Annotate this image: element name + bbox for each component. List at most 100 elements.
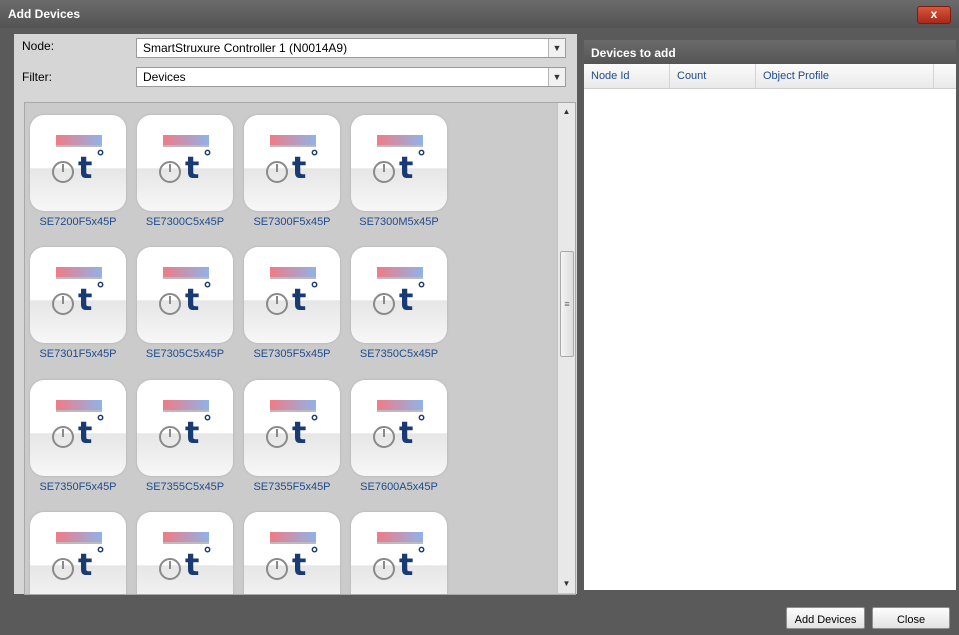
device-tile[interactable]: t ° bbox=[30, 247, 126, 343]
thermostat-icon: t bbox=[185, 548, 200, 583]
filter-select-value: Devices bbox=[143, 70, 186, 84]
degree-icon: ° bbox=[96, 147, 105, 168]
power-dial-icon bbox=[159, 558, 181, 580]
thermostat-icon: t bbox=[78, 548, 93, 583]
device-tile[interactable]: t ° bbox=[244, 115, 340, 211]
temperature-bar-icon bbox=[270, 400, 316, 412]
temperature-bar-icon bbox=[163, 267, 209, 279]
node-select[interactable]: SmartStruxure Controller 1 (N0014A9) ▼ bbox=[136, 38, 566, 58]
chevron-down-icon[interactable]: ▼ bbox=[548, 68, 565, 86]
degree-icon: ° bbox=[417, 544, 426, 565]
device-tile[interactable]: t ° bbox=[244, 512, 340, 594]
device-tile[interactable]: t ° bbox=[137, 115, 233, 211]
device-name-label[interactable]: SE7350F5x45P bbox=[25, 481, 131, 493]
thermostat-icon: t bbox=[292, 151, 307, 186]
device-name-label[interactable]: SE7600A5x45P bbox=[346, 481, 452, 493]
temperature-bar-icon bbox=[56, 135, 102, 147]
column-object-profile[interactable]: Object Profile bbox=[756, 64, 934, 88]
device-tile[interactable]: t ° bbox=[244, 380, 340, 476]
power-dial-icon bbox=[266, 558, 288, 580]
device-tile[interactable]: t ° bbox=[244, 247, 340, 343]
scroll-thumb[interactable]: ≡ bbox=[560, 251, 574, 357]
temperature-bar-icon bbox=[56, 267, 102, 279]
thermostat-icon: t bbox=[292, 416, 307, 451]
device-tile[interactable]: t ° bbox=[137, 247, 233, 343]
temperature-bar-icon bbox=[163, 135, 209, 147]
thermostat-icon: t bbox=[185, 283, 200, 318]
device-name-label[interactable]: SE7300M5x45P bbox=[346, 216, 452, 228]
thermostat-icon: t bbox=[185, 151, 200, 186]
device-name-label[interactable]: SE7300C5x45P bbox=[132, 216, 238, 228]
device-name-label[interactable]: SE7355F5x45P bbox=[239, 481, 345, 493]
degree-icon: ° bbox=[96, 544, 105, 565]
power-dial-icon bbox=[373, 161, 395, 183]
device-tile[interactable]: t ° bbox=[351, 512, 447, 594]
filter-select[interactable]: Devices ▼ bbox=[136, 67, 566, 87]
degree-icon: ° bbox=[203, 147, 212, 168]
device-tile[interactable]: t ° bbox=[137, 512, 233, 594]
power-dial-icon bbox=[159, 293, 181, 315]
device-name-label[interactable]: SE7355C5x45P bbox=[132, 481, 238, 493]
device-tile[interactable]: t ° bbox=[30, 512, 126, 594]
thermostat-icon: t bbox=[185, 416, 200, 451]
device-tile[interactable]: t ° bbox=[351, 247, 447, 343]
temperature-bar-icon bbox=[56, 532, 102, 544]
scroll-up-icon[interactable]: ▲ bbox=[558, 105, 575, 119]
degree-icon: ° bbox=[417, 279, 426, 300]
device-name-label[interactable]: SE7305F5x45P bbox=[239, 348, 345, 360]
device-name-label[interactable]: SE7305C5x45P bbox=[132, 348, 238, 360]
add-devices-button[interactable]: Add Devices bbox=[786, 607, 865, 629]
node-label: Node: bbox=[22, 39, 55, 53]
temperature-bar-icon bbox=[377, 135, 423, 147]
filter-label: Filter: bbox=[22, 70, 52, 84]
device-tile[interactable]: t ° bbox=[30, 115, 126, 211]
gallery-scrollbar[interactable]: ▲ ≡ ▼ bbox=[557, 103, 575, 593]
chevron-down-icon[interactable]: ▼ bbox=[548, 39, 565, 57]
device-tile[interactable]: t ° bbox=[137, 380, 233, 476]
thermostat-icon: t bbox=[78, 283, 93, 318]
temperature-bar-icon bbox=[377, 400, 423, 412]
temperature-bar-icon bbox=[270, 532, 316, 544]
degree-icon: ° bbox=[310, 544, 319, 565]
device-name-label[interactable]: SE7301F5x45P bbox=[25, 348, 131, 360]
title-bar: Add Devices x bbox=[0, 0, 959, 28]
degree-icon: ° bbox=[417, 412, 426, 433]
column-count[interactable]: Count bbox=[670, 64, 756, 88]
power-dial-icon bbox=[52, 558, 74, 580]
devices-to-add-header: Devices to add bbox=[584, 40, 956, 64]
power-dial-icon bbox=[266, 293, 288, 315]
device-name-label[interactable]: SE7350C5x45P bbox=[346, 348, 452, 360]
temperature-bar-icon bbox=[56, 400, 102, 412]
temperature-bar-icon bbox=[270, 135, 316, 147]
device-tile[interactable]: t ° bbox=[30, 380, 126, 476]
scroll-down-icon[interactable]: ▼ bbox=[558, 577, 575, 591]
thermostat-icon: t bbox=[78, 151, 93, 186]
power-dial-icon bbox=[266, 426, 288, 448]
close-button[interactable]: Close bbox=[872, 607, 950, 629]
degree-icon: ° bbox=[203, 544, 212, 565]
device-name-label[interactable]: SE7200F5x45P bbox=[25, 216, 131, 228]
power-dial-icon bbox=[159, 426, 181, 448]
thermostat-icon: t bbox=[399, 151, 414, 186]
thermostat-icon: t bbox=[399, 416, 414, 451]
power-dial-icon bbox=[266, 161, 288, 183]
degree-icon: ° bbox=[203, 412, 212, 433]
temperature-bar-icon bbox=[377, 532, 423, 544]
close-window-button[interactable]: x bbox=[917, 6, 951, 24]
temperature-bar-icon bbox=[270, 267, 316, 279]
window-title: Add Devices bbox=[8, 7, 81, 21]
devices-to-add-panel: Devices to add Node Id Count Object Prof… bbox=[584, 40, 956, 590]
device-name-label[interactable]: SE7300F5x45P bbox=[239, 216, 345, 228]
power-dial-icon bbox=[52, 293, 74, 315]
column-node-id[interactable]: Node Id bbox=[584, 64, 670, 88]
device-tile[interactable]: t ° bbox=[351, 380, 447, 476]
thermostat-icon: t bbox=[292, 283, 307, 318]
add-devices-dialog: Add Devices x Node: SmartStruxure Contro… bbox=[0, 0, 959, 635]
thermostat-icon: t bbox=[399, 548, 414, 583]
device-tile[interactable]: t ° bbox=[351, 115, 447, 211]
thermostat-icon: t bbox=[292, 548, 307, 583]
power-dial-icon bbox=[373, 558, 395, 580]
power-dial-icon bbox=[52, 161, 74, 183]
thermostat-icon: t bbox=[399, 283, 414, 318]
node-select-value: SmartStruxure Controller 1 (N0014A9) bbox=[143, 41, 348, 55]
